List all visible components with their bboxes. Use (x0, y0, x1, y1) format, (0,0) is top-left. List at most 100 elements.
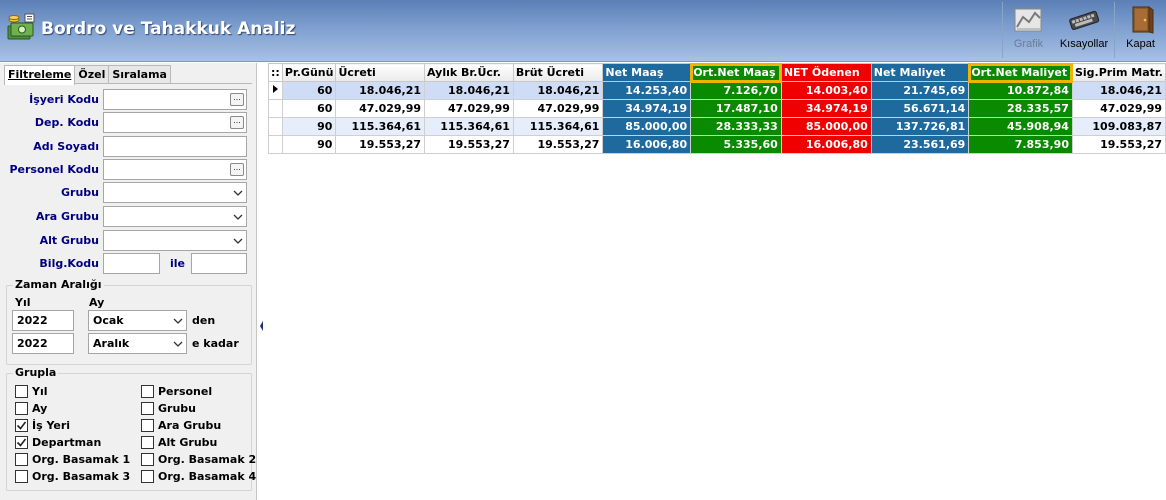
table-cell[interactable]: 34.974,19 (780, 99, 872, 118)
table-cell[interactable]: 5.335,60 (690, 135, 782, 154)
table-cell[interactable]: 14.003,40 (780, 81, 872, 100)
table-cell[interactable]: 28.335,57 (968, 99, 1073, 118)
bilg-kodu-to-input[interactable] (191, 253, 247, 274)
start-month-select[interactable]: Ocak (88, 310, 187, 331)
table-cell[interactable]: 19.553,27 (1071, 135, 1166, 154)
adi-soyadi-input[interactable] (103, 136, 247, 157)
column-header[interactable]: Sig.Prim Matr. (1071, 63, 1166, 82)
table-cell[interactable]: 28.333,33 (690, 117, 782, 136)
grupla-checkbox-departman[interactable]: Departman (15, 435, 101, 450)
checkbox-empty[interactable] (15, 470, 28, 483)
table-cell[interactable]: 115.364,61 (335, 117, 426, 136)
column-header[interactable]: Aylık Br.Ücr. (424, 63, 514, 82)
personel-kodu-lookup-button[interactable]: ... (230, 163, 244, 176)
kapat-button[interactable]: Kapat (1114, 2, 1166, 58)
table-cell[interactable]: 47.029,99 (424, 99, 514, 118)
tab-filtreleme[interactable]: Filtreleme (4, 65, 76, 85)
row-indicator[interactable] (268, 99, 283, 118)
table-cell[interactable]: 115.364,61 (424, 117, 514, 136)
table-cell[interactable]: 18.046,21 (1071, 81, 1166, 100)
row-indicator[interactable] (268, 117, 283, 136)
start-year-input[interactable]: 2022 (12, 310, 74, 331)
table-cell[interactable]: 16.006,80 (602, 135, 692, 154)
table-cell[interactable]: 19.553,27 (424, 135, 514, 154)
checkbox-empty[interactable] (15, 402, 28, 415)
table-cell[interactable]: 47.029,99 (335, 99, 426, 118)
table-cell[interactable]: 16.006,80 (780, 135, 872, 154)
grupla-checkbox-ay[interactable]: Ay (15, 401, 47, 416)
isyeri-kodu-lookup-button[interactable]: ... (230, 93, 244, 106)
kisayollar-button[interactable]: Kısayollar (1058, 2, 1110, 58)
checkbox-empty[interactable] (141, 402, 154, 415)
table-cell[interactable]: 10.872,84 (968, 81, 1073, 100)
end-year-input[interactable]: 2022 (12, 333, 74, 354)
column-header[interactable]: Net Maliyet (870, 63, 970, 82)
grupla-checkbox-org-basamak-2[interactable]: Org. Basamak 2 (141, 452, 256, 467)
table-cell[interactable]: 7.853,90 (968, 135, 1073, 154)
table-row[interactable]: 90 19.553,27 19.553,27 19.553,27 16.006,80 5.… (268, 135, 1166, 154)
table-cell[interactable]: 14.253,40 (602, 81, 692, 100)
checkbox-empty[interactable] (141, 470, 154, 483)
table-cell[interactable]: 19.553,27 (512, 135, 604, 154)
table-cell[interactable]: 19.553,27 (335, 135, 426, 154)
row-indicator[interactable] (268, 135, 283, 154)
column-header[interactable]: Pr.Günü (281, 63, 337, 82)
table-row[interactable]: 90 115.364,61 115.364,61 115.364,61 85.000,0… (268, 117, 1166, 136)
table-cell[interactable]: 47.029,99 (1071, 99, 1166, 118)
table-cell[interactable]: 47.029,99 (512, 99, 604, 118)
table-cell[interactable]: 90 (281, 117, 337, 136)
grupla-checkbox-ara-grubu[interactable]: Ara Grubu (141, 418, 221, 433)
table-cell[interactable]: 18.046,21 (424, 81, 514, 100)
end-month-select[interactable]: Aralık (88, 333, 187, 354)
dep-kodu-lookup-button[interactable]: ... (230, 116, 244, 129)
table-cell[interactable]: 85.000,00 (780, 117, 872, 136)
tab-siralama[interactable]: Sıralama (108, 65, 171, 84)
ara-grubu-select[interactable] (103, 206, 247, 227)
grupla-checkbox-alt-grubu[interactable]: Alt Grubu (141, 435, 217, 450)
table-cell[interactable]: 18.046,21 (335, 81, 426, 100)
bilg-kodu-from-input[interactable] (103, 253, 160, 274)
alt-grubu-select[interactable] (103, 230, 247, 251)
column-header[interactable]: Ort.Net Maliyet (967, 62, 1074, 83)
table-cell[interactable]: 60 (281, 81, 337, 100)
column-header[interactable]: Ort.Net Maaş (689, 62, 783, 83)
table-cell[interactable]: 56.671,14 (870, 99, 970, 118)
column-chooser-handle[interactable]: :: (268, 63, 283, 82)
splitter-collapse-icon[interactable] (259, 319, 264, 333)
grupla-checkbox-grubu[interactable]: Grubu (141, 401, 196, 416)
table-row[interactable]: 60 18.046,21 18.046,21 18.046,21 14.253,40 7.… (268, 81, 1166, 100)
table-cell[interactable]: 115.364,61 (512, 117, 604, 136)
checkbox-empty[interactable] (141, 436, 154, 449)
current-row-indicator-icon[interactable] (268, 81, 283, 100)
grupla-checkbox-personel[interactable]: Personel (141, 384, 212, 399)
checkmark-icon[interactable] (15, 419, 28, 432)
grupla-checkbox-org-basamak-3[interactable]: Org. Basamak 3 (15, 469, 130, 484)
grupla-checkbox-i-yeri[interactable]: İş Yeri (15, 418, 70, 433)
table-cell[interactable]: 137.726,81 (870, 117, 970, 136)
column-header[interactable]: Net Maaş (602, 63, 692, 82)
tab-ozel[interactable]: Özel (74, 65, 110, 84)
table-cell[interactable]: 21.745,69 (870, 81, 970, 100)
grafik-button[interactable]: Grafik (1002, 2, 1054, 58)
table-cell[interactable]: 23.561,69 (870, 135, 970, 154)
table-row[interactable]: 60 47.029,99 47.029,99 47.029,99 34.974,19 17… (268, 99, 1166, 118)
table-cell[interactable]: 34.974,19 (602, 99, 692, 118)
table-cell[interactable]: 90 (281, 135, 337, 154)
column-header[interactable]: Ücreti (335, 63, 426, 82)
grubu-select[interactable] (103, 182, 247, 203)
isyeri-kodu-input[interactable]: ... (103, 89, 247, 110)
dep-kodu-input[interactable]: ... (103, 112, 247, 133)
personel-kodu-input[interactable]: ... (103, 159, 247, 180)
checkbox-empty[interactable] (15, 453, 28, 466)
checkbox-empty[interactable] (141, 453, 154, 466)
checkbox-empty[interactable] (15, 385, 28, 398)
checkbox-empty[interactable] (141, 419, 154, 432)
grupla-checkbox-y-l[interactable]: Yıl (15, 384, 48, 399)
table-cell[interactable]: 7.126,70 (690, 81, 782, 100)
table-cell[interactable]: 60 (281, 99, 337, 118)
column-header[interactable]: NET Ödenen (780, 63, 872, 82)
column-header[interactable]: Brüt Ücreti (512, 63, 604, 82)
table-cell[interactable]: 109.083,87 (1071, 117, 1166, 136)
table-cell[interactable]: 17.487,10 (690, 99, 782, 118)
grupla-checkbox-org-basamak-4[interactable]: Org. Basamak 4 (141, 469, 256, 484)
